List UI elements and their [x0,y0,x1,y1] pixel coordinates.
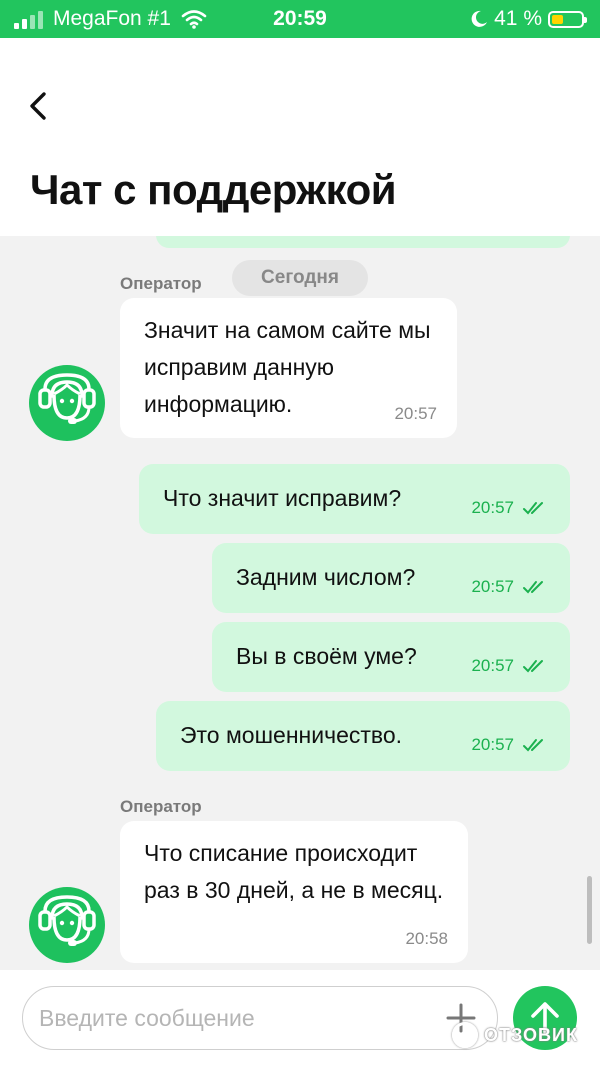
chat-scrollbar[interactable] [587,876,592,944]
message-time: 20:57 [471,735,514,754]
chat-area[interactable]: Сегодня Оператор Значит на самом сайте м… [0,236,600,970]
battery-icon [548,10,587,28]
outgoing-message[interactable]: Это мошенничество. 20:57 [156,701,570,771]
message-text: Что списание происходит раз в 30 дней, а… [144,840,444,903]
incoming-message[interactable]: Значит на самом сайте мы исправим данную… [120,298,457,438]
outgoing-message[interactable]: Задним числом? 20:57 [212,543,570,613]
support-operator-headset-icon [38,373,96,424]
battery-percent: 41 % [494,7,542,30]
outgoing-message[interactable]: Вы в своём уме? 20:57 [212,622,570,692]
message-input[interactable] [22,986,498,1050]
status-right: 41 % [470,7,587,31]
watermark: ОТЗОВИК [452,1022,578,1048]
outgoing-message[interactable]: Что значит исправим? 20:57 [139,464,570,534]
composer [0,970,600,1065]
operator-avatar [29,365,105,441]
back-button[interactable] [22,86,58,126]
message-time: 20:57 [394,404,437,423]
double-check-icon [523,581,543,594]
message-time: 20:57 [471,577,514,596]
battery-level [552,14,563,24]
header: Чат с поддержкой [0,38,600,236]
double-check-icon [523,660,543,673]
status-bar: MegaFon #1 20:59 41 % [0,0,600,38]
support-operator-headset-icon [38,895,96,946]
operator-avatar [29,887,105,963]
message-time: 20:58 [405,929,448,948]
message-time: 20:57 [471,498,514,517]
moon-icon [471,10,488,27]
watermark-text: ОТЗОВИК [484,1024,578,1045]
previous-message-bubble [156,236,570,248]
sender-label: Оператор [120,797,202,816]
date-separator: Сегодня [232,260,368,296]
message-time: 20:57 [471,656,514,675]
double-check-icon [523,502,543,515]
message-text: Вы в своём уме? [236,643,417,669]
message-text: Что значит исправим? [163,485,402,511]
watermark-logo-icon [452,1022,478,1048]
page-title: Чат с поддержкой [30,166,397,213]
double-check-icon [523,739,543,752]
chevron-left-icon [30,92,46,120]
sender-label: Оператор [120,274,202,293]
incoming-message[interactable]: Что списание происходит раз в 30 дней, а… [120,821,468,963]
message-text: Это мошенничество. [180,722,403,748]
message-text: Задним числом? [236,564,416,590]
